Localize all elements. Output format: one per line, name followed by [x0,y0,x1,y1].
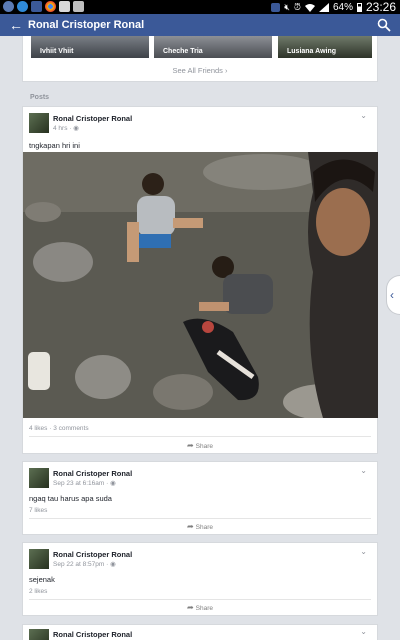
see-all-label: See All Friends [172,66,223,75]
globe-icon: ◉ [110,561,116,568]
battery-icon [356,2,362,12]
avatar[interactable] [29,468,49,488]
back-arrow-icon[interactable]: ← [9,16,23,34]
share-arrow-icon: ➦ [186,441,194,450]
post-stats[interactable]: 4 likes · 3 comments [29,425,89,432]
post-header: Ronal Cristoper Ronal ⌄ [29,627,369,640]
search-icon[interactable] [377,18,391,32]
clock: 23:26 [365,0,396,14]
share-button[interactable]: ➦ Share [23,522,377,531]
friend-tile[interactable]: Ivhiit Vhiit [31,36,149,58]
post-card: Ronal Cristoper Ronal 4 hrs · ◉ ⌄ tngkap… [22,106,378,454]
share-button[interactable]: ➦ Share [23,603,377,612]
side-panel-handle[interactable]: ‹ [386,275,400,315]
battery-percent: 64% [332,1,353,13]
page-title: Ronal Cristoper Ronal [28,19,145,31]
post-header: Ronal Cristoper Ronal Sep 23 at 6:16am ·… [29,466,369,490]
friend-name: Lusiana Awing [287,48,337,55]
post-time: Sep 23 at 6:16am · ◉ [53,480,116,487]
chevron-down-icon[interactable]: ⌄ [360,627,367,636]
post-stats[interactable]: 7 likes [29,507,47,514]
facebook-icon [31,1,42,12]
chrome-icon [45,1,56,12]
divider [29,436,371,437]
chevron-down-icon[interactable]: ⌄ [360,111,367,120]
chevron-down-icon[interactable]: ⌄ [360,466,367,475]
status-bar: 🔇︎ ⏰︎ 64% 23:26 [0,0,400,14]
see-all-friends-link[interactable]: See All Friends › [23,66,377,75]
facebook-icon [271,2,281,12]
post-stats[interactable]: 2 likes [29,588,47,595]
post-time-text: Sep 22 at 8:57pm [53,561,105,568]
share-label: Share [195,605,214,612]
post-author[interactable]: Ronal Cristoper Ronal [53,469,132,478]
friend-name: Ivhiit Vhiit [40,48,74,55]
share-label: Share [195,443,214,450]
alarm-icon: ⏰︎ [293,1,301,12]
screenshot-icon [73,1,84,12]
avatar[interactable] [29,113,49,133]
friend-name: Cheche Tria [163,48,203,55]
friend-tile[interactable]: Cheche Tria [154,36,272,58]
divider [29,518,371,519]
post-text: ngaq tau harus apa suda [29,494,112,503]
gallery-icon [59,1,70,12]
share-label: Share [195,524,214,531]
post-header: Ronal Cristoper Ronal Sep 22 at 8:57pm ·… [29,547,369,571]
post-time-text: Sep 23 at 6:16am [53,480,105,487]
post-author[interactable]: Ronal Cristoper Ronal [53,550,132,559]
post-author[interactable]: Ronal Cristoper Ronal [53,630,132,639]
post-time: Sep 22 at 8:57pm · ◉ [53,561,116,568]
post-time-text: 4 hrs [53,125,68,132]
post-author[interactable]: Ronal Cristoper Ronal [53,114,132,123]
friends-card: Ivhiit Vhiit Cheche Tria Lusiana Awing S… [22,36,378,82]
divider [29,599,371,600]
64-badge-icon [3,1,14,12]
post-text: sejenak [29,575,55,584]
share-arrow-icon: ➦ [186,603,194,612]
globe-icon: ◉ [110,480,116,487]
post-time: 4 hrs · ◉ [53,125,79,132]
share-button[interactable]: ➦ Share [23,441,377,450]
signal-icon [318,2,329,12]
posts-section-label: Posts [30,94,50,101]
post-card: Ronal Cristoper Ronal ⌄ [22,624,378,640]
chevron-down-icon[interactable]: ⌄ [360,547,367,556]
mute-icon: 🔇︎ [284,1,290,12]
post-card: Ronal Cristoper Ronal Sep 22 at 8:57pm ·… [22,542,378,616]
wifi-icon [304,3,315,12]
chevron-left-icon: ‹ [390,288,394,302]
share-arrow-icon: ➦ [186,522,194,531]
post-photo[interactable] [23,152,378,418]
globe-icon: ◉ [73,125,79,132]
chevron-right-icon: › [225,66,228,75]
post-card: Ronal Cristoper Ronal Sep 23 at 6:16am ·… [22,461,378,535]
post-header: Ronal Cristoper Ronal 4 hrs · ◉ ⌄ [29,111,369,135]
avatar[interactable] [29,549,49,569]
avatar[interactable] [29,629,49,640]
messenger-icon [17,1,28,12]
post-text: tngkapan hri ini [29,141,80,150]
app-bar: ← Ronal Cristoper Ronal [0,14,400,36]
friend-tile[interactable]: Lusiana Awing [278,36,372,58]
